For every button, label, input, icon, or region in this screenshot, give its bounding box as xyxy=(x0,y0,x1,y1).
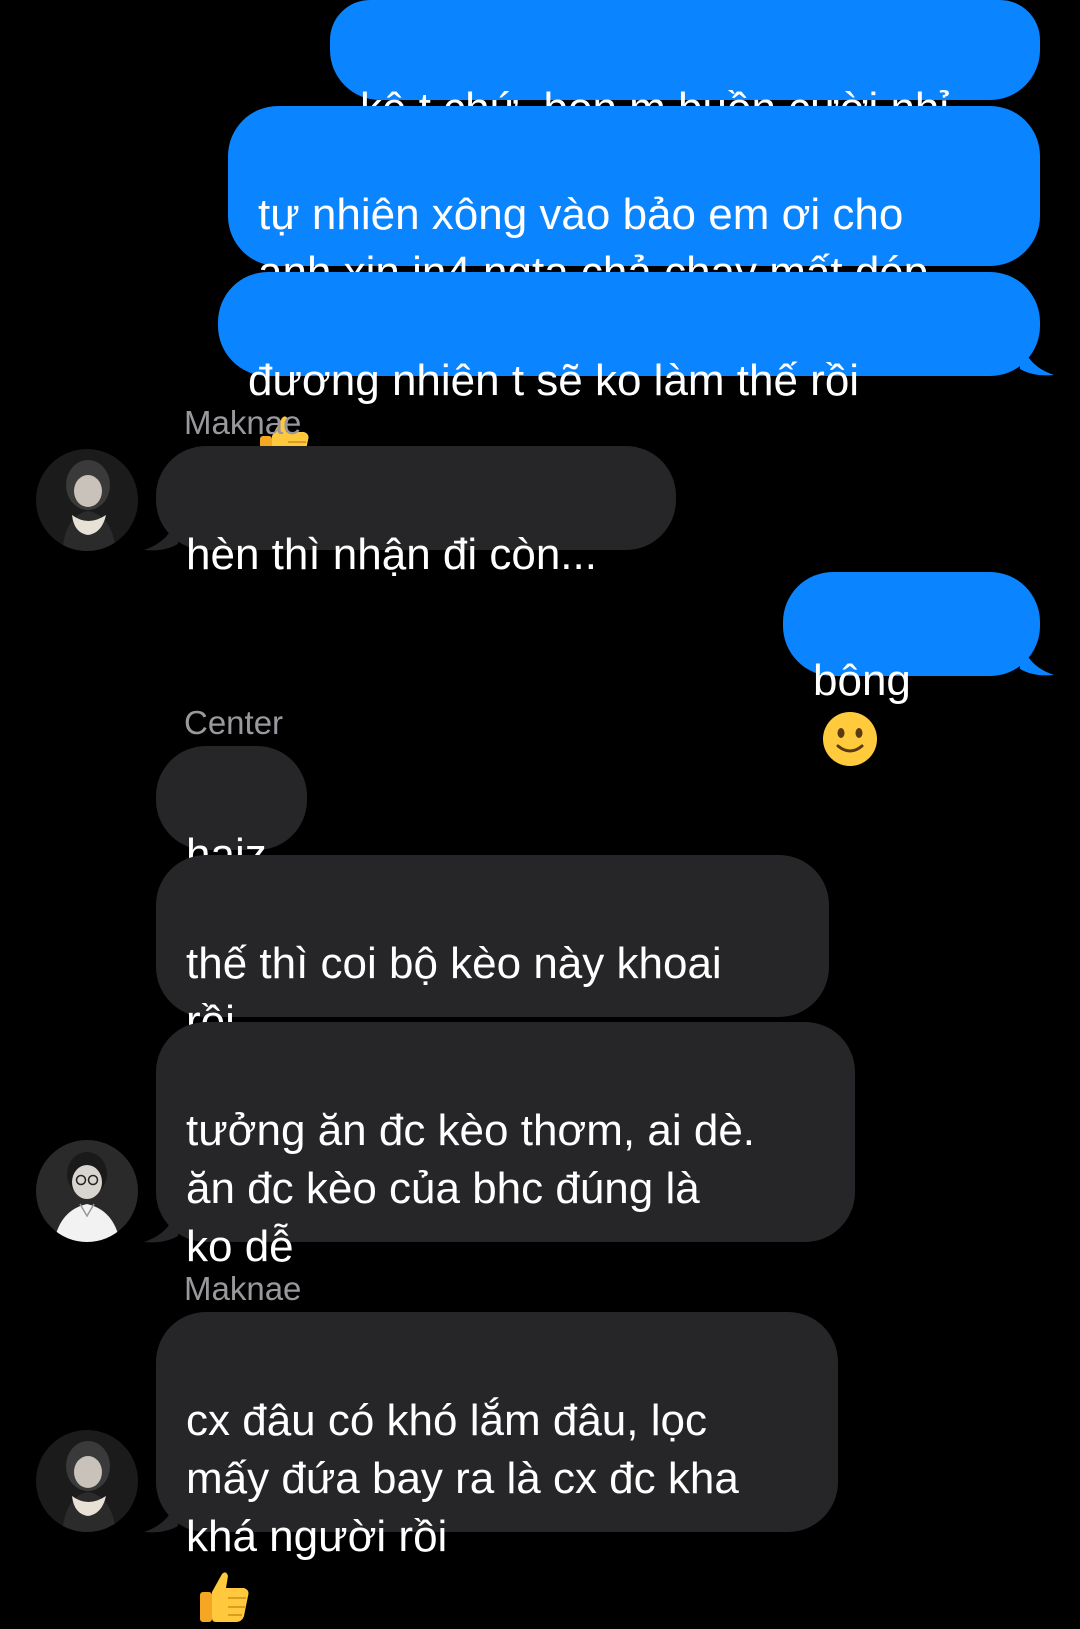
sender-name: Maknae xyxy=(184,404,302,441)
message-bubble-incoming[interactable]: hèn thì nhận đi còn... xyxy=(156,446,676,579)
message-bubble-incoming[interactable]: thế thì coi bộ kèo này khoai rồi xyxy=(156,855,829,1107)
bubble-tail-incoming xyxy=(144,1202,178,1243)
message-text: tưởng ăn đc kèo thơm, ai dè. ăn đc kèo c… xyxy=(186,1106,756,1271)
message-bubble-incoming[interactable]: tưởng ăn đc kèo thơm, ai dè. ăn đc kèo c… xyxy=(156,1022,855,1271)
message-text: bông xyxy=(813,656,911,705)
message-bubble-outgoing[interactable]: đương nhiên t sẽ ko làm thế rồi xyxy=(218,272,1040,466)
bubble-tail-outgoing xyxy=(1020,635,1054,676)
message-text: đương nhiên t sẽ ko làm thế rồi xyxy=(248,356,860,405)
sender-name: Maknae xyxy=(184,1270,302,1307)
message-bubble-outgoing[interactable]: bông xyxy=(783,572,1040,766)
avatar[interactable] xyxy=(36,449,138,551)
thumbs-up-icon xyxy=(200,1572,249,1622)
message-text: hèn thì nhận đi còn... xyxy=(186,530,597,579)
slightly-smiling-face-icon xyxy=(823,712,877,766)
message-bubble-outgoing[interactable]: kệ t chứ, bọn m buồn cười nhỉ xyxy=(330,0,1040,133)
avatar[interactable] xyxy=(36,1140,138,1242)
message-text: cx đâu có khó lắm đâu, lọc mấy đứa bay r… xyxy=(186,1396,739,1561)
sender-name: Center xyxy=(184,704,284,741)
bubble-tail-incoming xyxy=(144,1492,178,1533)
message-bubble-incoming[interactable]: cx đâu có khó lắm đâu, lọc mấy đứa bay r… xyxy=(156,1312,838,1622)
bubble-tail-incoming xyxy=(144,510,178,551)
avatar[interactable] xyxy=(36,1430,138,1532)
message-bubble-outgoing[interactable]: tự nhiên xông vào bảo em ơi cho anh xin … xyxy=(228,106,1040,297)
bubble-tail-outgoing xyxy=(1020,335,1054,376)
message-bubble-incoming[interactable]: haiz xyxy=(156,746,307,879)
